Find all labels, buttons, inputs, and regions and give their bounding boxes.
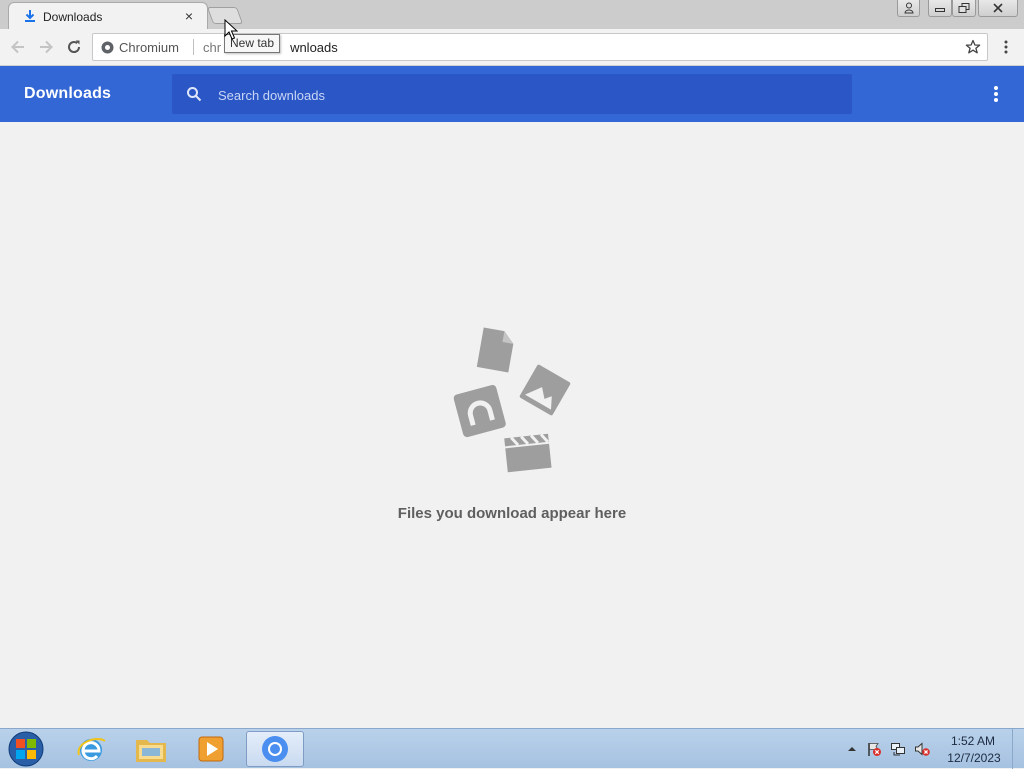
minimize-icon: [935, 8, 945, 12]
show-hidden-icons-icon[interactable]: [844, 741, 860, 757]
more-actions-icon[interactable]: [988, 85, 1004, 103]
empty-downloads-illustration: [453, 327, 571, 473]
taskbar-file-explorer[interactable]: [124, 731, 178, 767]
browser-menu-icon[interactable]: [998, 39, 1014, 55]
taskbar-chromium[interactable]: [246, 731, 304, 767]
document-icon: [476, 327, 514, 373]
search-icon[interactable]: [186, 86, 202, 102]
video-icon: [504, 433, 552, 473]
network-icon[interactable]: [890, 741, 906, 757]
browser-toolbar: Chromium chr wnloads: [0, 29, 1024, 66]
downloads-toolbar: Downloads: [0, 66, 1024, 122]
forward-arrow-icon[interactable]: [36, 37, 56, 57]
taskbar-media-player[interactable]: [184, 731, 238, 767]
close-icon: [993, 3, 1003, 13]
clock-date[interactable]: 12/7/2023: [944, 751, 1004, 765]
tab-close-button[interactable]: ×: [181, 8, 197, 24]
media-player-icon: [198, 736, 224, 762]
clock-time[interactable]: 1:52 AM: [948, 734, 998, 748]
minimize-button[interactable]: [928, 0, 952, 17]
omnibox-divider: [193, 39, 194, 55]
restore-icon: [958, 3, 970, 13]
search-input[interactable]: [216, 74, 840, 116]
reload-icon[interactable]: [64, 37, 84, 57]
search-field[interactable]: [172, 74, 852, 116]
image-icon: [519, 364, 571, 416]
mouse-cursor-icon: [224, 19, 238, 40]
volume-muted-icon[interactable]: [914, 741, 930, 757]
bookmark-star-icon[interactable]: [965, 39, 981, 55]
action-center-flag-icon[interactable]: [866, 741, 882, 757]
tab-downloads[interactable]: Downloads ×: [8, 2, 208, 29]
audio-icon: [453, 384, 506, 438]
page-title: Downloads: [24, 85, 112, 102]
show-desktop-button[interactable]: [1012, 729, 1024, 769]
taskbar: 1:52 AM 12/7/2023: [0, 728, 1024, 769]
tab-strip: Downloads ×: [0, 0, 1024, 29]
url-scheme: chr: [203, 40, 222, 55]
restore-button[interactable]: [952, 0, 976, 17]
empty-state-message: Files you download appear here: [397, 505, 627, 522]
folder-icon: [136, 740, 166, 762]
close-window-button[interactable]: [978, 0, 1018, 17]
start-button-icon[interactable]: [6, 731, 46, 767]
chromium-page-icon: [101, 41, 114, 54]
chromium-icon: [262, 736, 288, 762]
internet-explorer-icon: [77, 737, 106, 761]
url-path: wnloads: [290, 40, 338, 55]
user-icon: [903, 2, 914, 14]
download-icon: [25, 10, 35, 22]
back-arrow-icon[interactable]: [8, 37, 28, 57]
taskbar-internet-explorer[interactable]: [64, 731, 118, 767]
profile-button[interactable]: [897, 0, 920, 17]
site-chip: Chromium: [119, 40, 179, 55]
tab-title: Downloads: [43, 10, 103, 24]
